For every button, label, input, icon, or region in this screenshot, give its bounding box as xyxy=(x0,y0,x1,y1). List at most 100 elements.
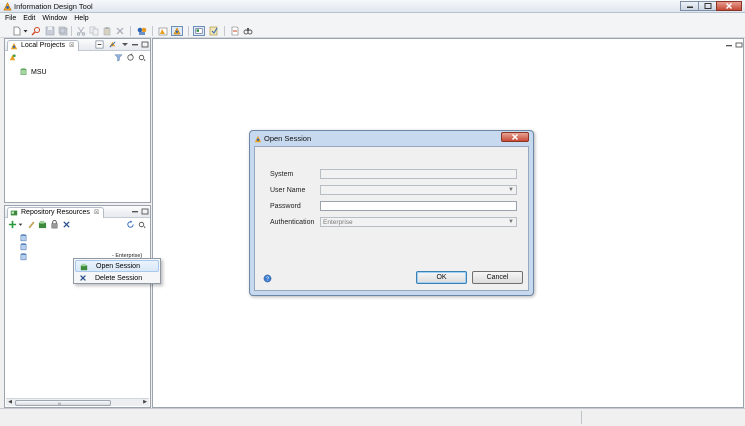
new-dropdown-icon[interactable] xyxy=(23,26,28,36)
close-window-button[interactable] xyxy=(716,1,742,11)
open-session-icon[interactable] xyxy=(38,220,47,229)
maximize-view-icon[interactable] xyxy=(141,208,149,215)
scrollbar-thumb[interactable]: III xyxy=(15,400,111,406)
repository-view-icon[interactable] xyxy=(171,26,183,36)
delete-icon[interactable] xyxy=(115,26,125,36)
insert-session-icon[interactable] xyxy=(8,220,17,229)
project-folder-icon xyxy=(20,68,27,75)
collapse-all-icon[interactable] xyxy=(95,40,104,49)
password-field[interactable] xyxy=(320,201,517,211)
tree-item-label: MSU xyxy=(31,68,47,76)
local-projects-tab[interactable]: Local Projects ☒ xyxy=(7,40,80,51)
toolbar-separator xyxy=(224,26,225,36)
edit-icon[interactable] xyxy=(27,220,36,229)
sync-icon[interactable] xyxy=(126,53,135,62)
minimize-view-icon[interactable] xyxy=(131,208,139,215)
local-projects-tab-close[interactable]: ☒ xyxy=(69,43,74,49)
window-controls xyxy=(680,1,742,12)
repository-resources-tab-close[interactable]: ☒ xyxy=(94,210,99,216)
project-view-icon[interactable] xyxy=(158,26,168,36)
new-project-icon[interactable] xyxy=(8,53,17,62)
scroll-right-arrow[interactable]: ▶ xyxy=(141,399,149,406)
chevron-down-icon: ▼ xyxy=(508,219,514,225)
authentication-value: Enterprise xyxy=(323,219,353,226)
menu-edit[interactable]: Edit xyxy=(23,15,35,22)
toolbar-separator xyxy=(188,26,189,36)
menu-window[interactable]: Window xyxy=(42,15,67,22)
delete-icon xyxy=(80,275,86,281)
maximize-view-icon[interactable] xyxy=(141,41,149,48)
database-icon xyxy=(20,243,27,251)
lock-icon[interactable] xyxy=(50,220,59,229)
settings-icon[interactable] xyxy=(137,53,146,62)
minimize-icon xyxy=(686,6,693,8)
password-label: Password xyxy=(270,203,301,210)
system-field xyxy=(320,169,517,179)
menu-help[interactable]: Help xyxy=(74,15,88,22)
dialog-app-icon xyxy=(254,135,262,143)
maximize-editor-icon[interactable] xyxy=(735,42,743,48)
find-icon[interactable] xyxy=(243,26,253,36)
security-editor-icon[interactable] xyxy=(193,26,205,36)
status-separator xyxy=(581,411,582,424)
repository-resources-tab-label: Repository Resources xyxy=(21,209,90,216)
refresh-icon[interactable] xyxy=(126,220,135,229)
minimize-button[interactable] xyxy=(680,1,699,11)
close-icon xyxy=(511,133,519,141)
new-file-icon[interactable] xyxy=(12,26,22,36)
dialog-body: System User Name ▼ Password Authenticati… xyxy=(254,146,529,291)
minimize-editor-icon[interactable] xyxy=(725,42,733,48)
maximize-button[interactable] xyxy=(698,1,717,11)
repository-resources-header: Repository Resources ☒ xyxy=(5,206,150,218)
close-icon xyxy=(725,2,733,10)
search-icon[interactable] xyxy=(31,26,41,36)
username-label: User Name xyxy=(270,187,306,194)
filter-icon[interactable] xyxy=(114,53,123,62)
ok-button[interactable]: OK xyxy=(416,271,467,284)
repository-resources-tab[interactable]: Repository Resources ☒ xyxy=(7,207,105,218)
cut-icon[interactable] xyxy=(76,26,86,36)
session-item[interactable] xyxy=(20,253,31,261)
minimize-view-icon[interactable] xyxy=(131,41,139,48)
toolbar-separator xyxy=(152,26,153,36)
view-menu-icon[interactable] xyxy=(121,41,129,48)
settings-icon[interactable] xyxy=(137,220,146,229)
authentication-label: Authentication xyxy=(270,219,315,226)
context-item-label: Delete Session xyxy=(95,274,143,282)
session-item[interactable] xyxy=(20,243,31,251)
horizontal-scrollbar[interactable]: ◀ III ▶ xyxy=(6,398,149,406)
local-projects-tab-label: Local Projects xyxy=(21,42,65,49)
scroll-left-arrow[interactable]: ◀ xyxy=(6,399,14,406)
app-icon xyxy=(3,2,12,11)
copy-icon[interactable] xyxy=(89,26,99,36)
authentication-select[interactable]: Enterprise ▼ xyxy=(320,217,517,227)
link-editor-icon[interactable] xyxy=(108,40,117,49)
query-icon[interactable] xyxy=(230,26,240,36)
paste-icon[interactable] xyxy=(102,26,112,36)
save-icon[interactable] xyxy=(45,26,55,36)
menu-file[interactable]: File xyxy=(5,15,16,22)
resources-icon[interactable] xyxy=(137,26,147,36)
check-integrity-icon[interactable] xyxy=(209,26,219,36)
toolbar-separator xyxy=(130,26,131,36)
tree-item-msu[interactable]: MSU xyxy=(20,68,47,76)
context-delete-session[interactable]: Delete Session xyxy=(75,272,159,284)
cancel-button[interactable]: Cancel xyxy=(472,271,523,284)
save-all-icon[interactable] xyxy=(58,26,68,36)
context-open-session[interactable]: Open Session xyxy=(75,260,159,272)
context-menu: Open Session Delete Session xyxy=(73,258,161,284)
local-projects-tools xyxy=(5,52,150,63)
delete-icon[interactable] xyxy=(62,220,71,229)
context-item-label: Open Session xyxy=(96,262,140,270)
database-icon xyxy=(20,253,27,261)
insert-dropdown-icon[interactable] xyxy=(18,220,23,229)
help-icon[interactable]: ? xyxy=(263,274,272,283)
session-item[interactable] xyxy=(20,234,31,242)
window-title: Information Design Tool xyxy=(14,2,93,11)
dialog-title: Open Session xyxy=(264,134,312,143)
dialog-close-button[interactable] xyxy=(501,132,529,142)
username-combo[interactable]: ▼ xyxy=(320,185,517,195)
svg-text:?: ? xyxy=(266,277,269,283)
chevron-down-icon: ▼ xyxy=(508,187,514,193)
main-toolbar xyxy=(0,24,745,38)
